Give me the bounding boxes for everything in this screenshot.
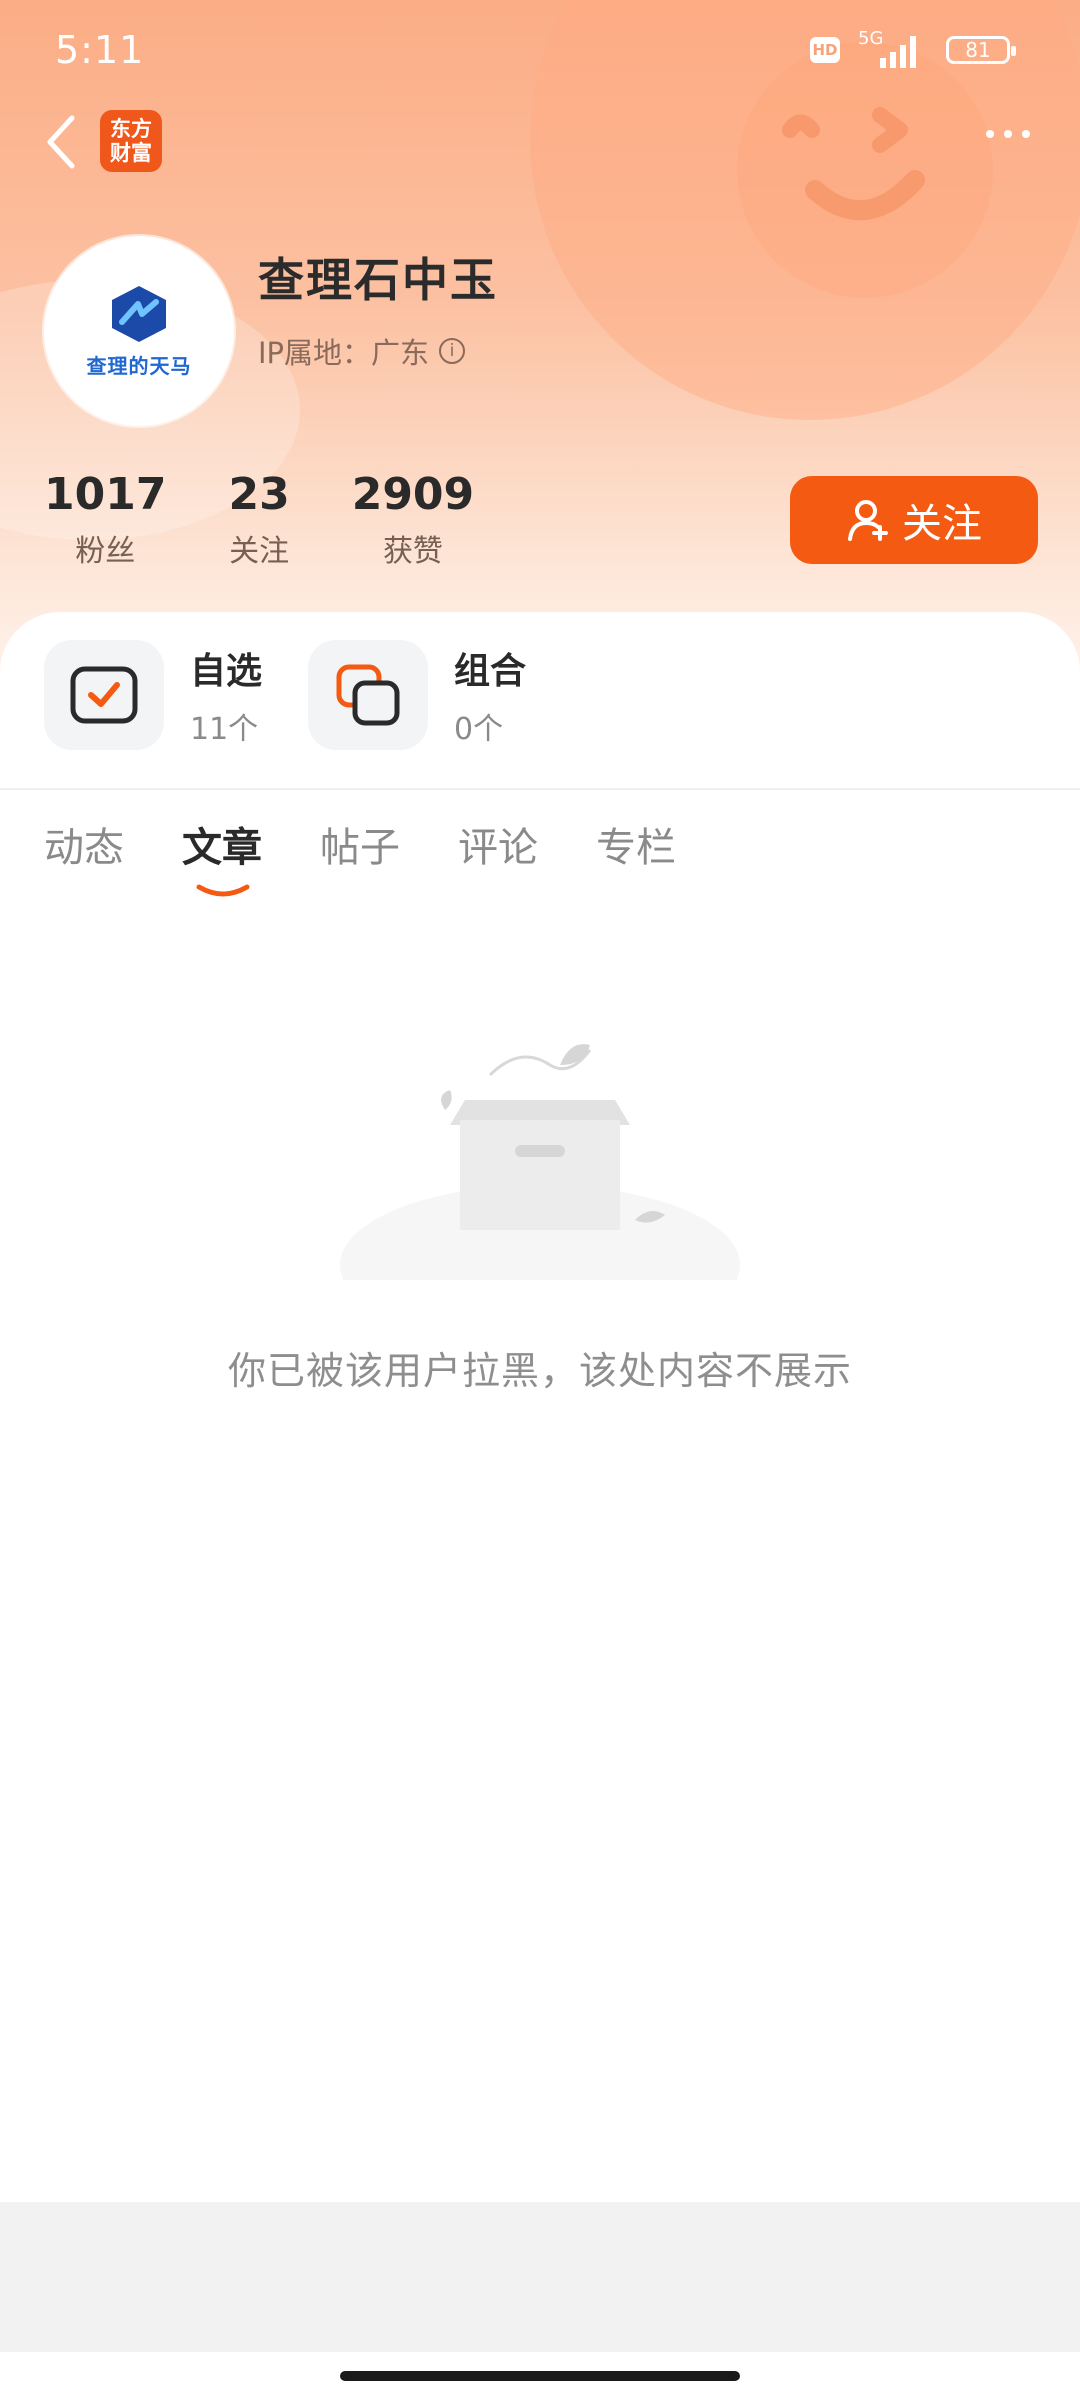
mascot-watermark-icon — [737, 42, 993, 298]
watchlist-check-icon — [70, 666, 138, 724]
profile-stats: 1017 粉丝 23 关注 2909 获赞 — [44, 470, 536, 570]
bottom-area — [0, 2202, 1080, 2352]
status-time: 5:11 — [55, 28, 145, 72]
status-icons: HD 5G 81 — [810, 28, 1016, 70]
tab-dynamics[interactable]: 动态 — [44, 815, 124, 873]
stat-following[interactable]: 23 关注 — [228, 470, 289, 570]
more-options-icon[interactable] — [986, 130, 1030, 138]
back-icon[interactable] — [40, 112, 84, 172]
info-icon[interactable]: i — [439, 338, 466, 364]
signal-icon: 5G — [858, 28, 928, 70]
portfolio-count: 0个 — [454, 712, 504, 747]
quick-entry-portfolio[interactable]: 组合 0个 — [308, 640, 526, 750]
avatar[interactable]: 查理的天马 — [44, 236, 234, 426]
screen: { "status_bar": { "time": "5:11", "hd": … — [0, 0, 1080, 2400]
portfolio-title: 组合 — [454, 651, 527, 692]
tab-articles[interactable]: 文章 — [182, 815, 262, 897]
avatar-label: 查理的天马 — [86, 353, 192, 378]
empty-box-icon — [340, 1044, 740, 1280]
app-logo: 东方 财富 — [100, 110, 162, 172]
stat-fans[interactable]: 1017 粉丝 — [44, 470, 166, 570]
tab-columns[interactable]: 专栏 — [596, 815, 676, 873]
active-tab-indicator — [196, 884, 250, 897]
portfolio-squares-icon — [336, 664, 400, 726]
battery-icon: 81 — [946, 36, 1016, 64]
stat-likes[interactable]: 2909 获赞 — [352, 470, 474, 570]
tab-posts[interactable]: 帖子 — [320, 815, 400, 873]
tab-comments[interactable]: 评论 — [458, 815, 538, 873]
watchlist-count: 11个 — [190, 712, 259, 747]
profile-tabs: 动态 文章 帖子 评论 专栏 — [44, 815, 676, 897]
follow-button[interactable]: 关注 — [790, 476, 1038, 564]
horse-logo-icon — [112, 285, 166, 342]
username: 查理石中玉 — [258, 253, 498, 307]
quick-entry-watchlist[interactable]: 自选 11个 — [44, 640, 262, 750]
home-indicator[interactable] — [340, 2371, 740, 2381]
ip-location: IP属地：广东 i — [258, 330, 466, 372]
empty-state-message: 你已被该用户拉黑，该处内容不展示 — [227, 1349, 852, 1393]
divider — [0, 788, 1080, 790]
hd-icon: HD — [810, 37, 840, 63]
watchlist-title: 自选 — [190, 651, 263, 692]
add-user-icon — [848, 500, 888, 541]
